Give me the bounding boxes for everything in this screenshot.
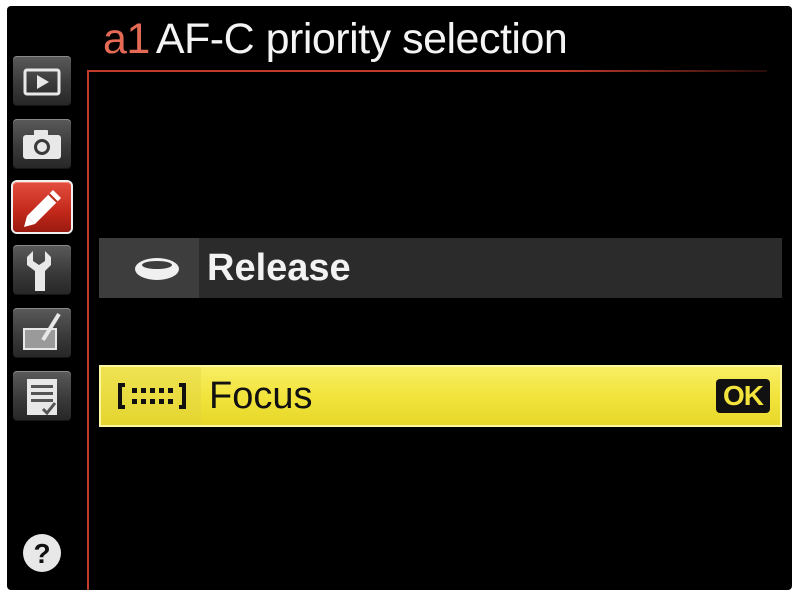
- frame-divider-horizontal: [87, 70, 767, 72]
- frame-divider-vertical: [87, 70, 89, 590]
- release-icon: [135, 258, 179, 280]
- page-title: a1 AF-C priority selection: [103, 12, 568, 66]
- svg-text:?: ?: [33, 538, 50, 569]
- option-label: Release: [207, 247, 351, 289]
- tab-retouch-menu[interactable]: [13, 308, 71, 358]
- option-label: Focus: [209, 375, 313, 417]
- question-icon[interactable]: ?: [21, 532, 63, 574]
- ok-badge: OK: [716, 379, 770, 413]
- focus-brackets-icon: [118, 383, 186, 409]
- tab-setup-menu[interactable]: [13, 245, 71, 295]
- camera-menu-screen: ? a1 AF-C priority selection Release Foc…: [7, 6, 792, 590]
- option-release[interactable]: Release: [99, 238, 782, 298]
- wrench-icon: [27, 251, 51, 291]
- option-icon-cell: [101, 367, 201, 425]
- tab-my-menu[interactable]: [13, 371, 71, 421]
- camera-icon: [23, 130, 61, 159]
- option-icon-cell: [99, 238, 199, 298]
- play-icon: [23, 68, 61, 96]
- tab-shooting-menu[interactable]: [13, 119, 71, 169]
- pencil-icon: [24, 190, 61, 227]
- option-focus[interactable]: Focus OK: [99, 365, 782, 427]
- setting-code: a1: [103, 15, 150, 63]
- checklist-icon: [27, 379, 57, 416]
- tab-custom-settings-menu[interactable]: [13, 182, 71, 232]
- setting-title: AF-C priority selection: [155, 15, 568, 63]
- tab-playback-menu[interactable]: [13, 56, 71, 106]
- brush-icon: [23, 312, 61, 350]
